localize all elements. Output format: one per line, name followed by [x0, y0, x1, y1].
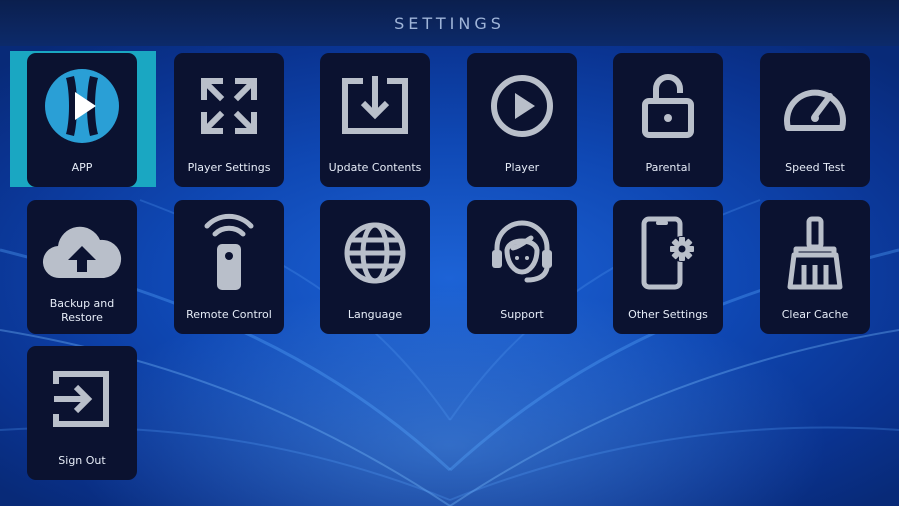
tile-speed-test[interactable]: Speed Test	[760, 53, 870, 187]
tile-label: Speed Test	[785, 161, 845, 174]
tile-player[interactable]: Player	[467, 53, 577, 187]
app-logo-icon	[27, 69, 137, 143]
tile-label: Update Contents	[328, 161, 422, 174]
tile-parental[interactable]: Parental	[613, 53, 723, 187]
tile-sign-out[interactable]: Sign Out	[27, 346, 137, 480]
expand-arrows-icon	[174, 71, 284, 141]
tile-label: Player Settings	[187, 161, 271, 174]
tile-backup-restore[interactable]: Backup and Restore	[27, 200, 137, 334]
download-box-icon	[320, 71, 430, 141]
unlock-icon	[613, 71, 723, 141]
tile-app[interactable]: APP	[27, 53, 137, 187]
tile-language[interactable]: Language	[320, 200, 430, 334]
remote-control-icon	[174, 213, 284, 290]
tile-support[interactable]: Support	[467, 200, 577, 334]
settings-grid: APP Player Settings Update Contents Play…	[0, 0, 899, 506]
tile-label: Backup and Restore	[49, 297, 115, 324]
tile-label: Other Settings	[628, 308, 708, 321]
tile-other-settings[interactable]: Other Settings	[613, 200, 723, 334]
play-circle-icon	[467, 71, 577, 141]
tile-update-contents[interactable]: Update Contents	[320, 53, 430, 187]
tile-label: Parental	[645, 161, 691, 174]
tile-label: Support	[500, 308, 544, 321]
tile-label: Remote Control	[186, 308, 272, 321]
tile-label: Sign Out	[58, 454, 106, 467]
tile-label: Clear Cache	[781, 308, 849, 321]
tile-remote-control[interactable]: Remote Control	[174, 200, 284, 334]
sign-out-icon	[27, 364, 137, 434]
tile-player-settings[interactable]: Player Settings	[174, 53, 284, 187]
tile-label: APP	[71, 161, 93, 174]
phone-gear-icon	[613, 216, 723, 290]
speedometer-icon	[760, 71, 870, 141]
cloud-upload-icon	[27, 218, 137, 288]
broom-icon	[760, 216, 870, 290]
headset-icon	[467, 218, 577, 288]
tile-clear-cache[interactable]: Clear Cache	[760, 200, 870, 334]
tile-label: Language	[347, 308, 403, 321]
globe-icon	[320, 218, 430, 288]
tile-label: Player	[504, 161, 540, 174]
